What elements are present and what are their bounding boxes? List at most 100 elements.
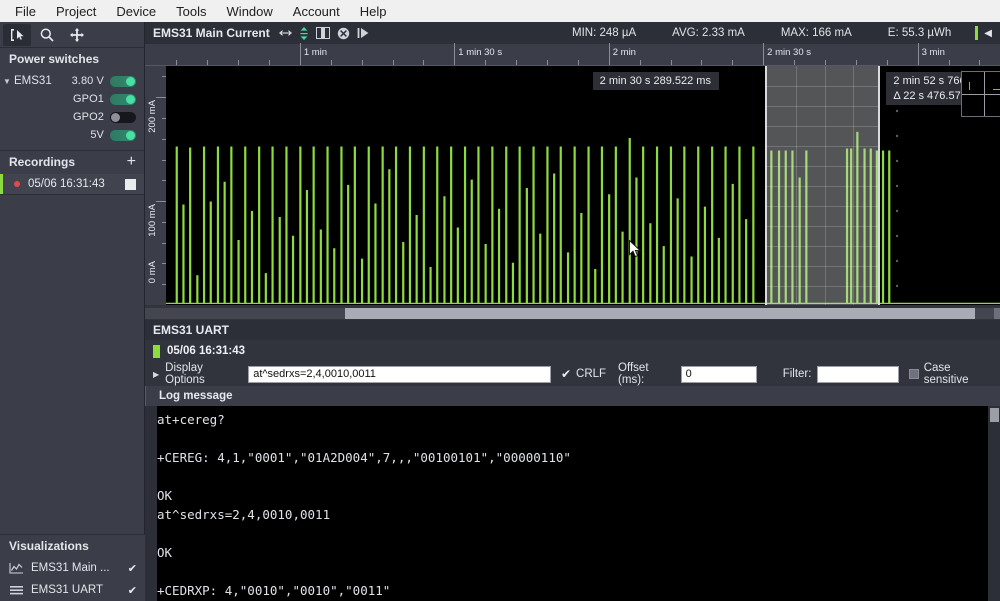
recordings-header: Recordings + xyxy=(0,151,144,173)
menu-item-file[interactable]: File xyxy=(6,2,45,21)
log-text: at+cereg? +CEREG: 4,1,"0001","01A2D004",… xyxy=(157,412,571,598)
menu-item-window[interactable]: Window xyxy=(218,2,282,21)
cursor-select-icon xyxy=(11,28,24,41)
log-scrollbar-thumb[interactable] xyxy=(990,408,999,422)
visualization-checkbox-main-current[interactable]: ✔ xyxy=(128,562,137,575)
time-tick-minor xyxy=(948,60,950,65)
power-toggle-voltage[interactable] xyxy=(110,75,136,87)
fit-horizontal-icon[interactable] xyxy=(278,28,292,38)
chevron-down-icon[interactable]: ▼ xyxy=(0,77,14,86)
uart-panel: EMS31 UART 05/06 16:31:43 ▶ Display Opti… xyxy=(145,320,1000,601)
crlf-check-icon[interactable]: ✔ xyxy=(561,367,571,381)
time-tick-minor xyxy=(701,60,703,65)
time-tick-minor xyxy=(516,60,518,65)
filter-label: Filter: xyxy=(782,368,812,380)
time-tick-label: 1 min 30 s xyxy=(458,47,503,58)
power-toggle-gpo2[interactable] xyxy=(110,111,136,123)
selection-gridline-vertical xyxy=(824,66,826,305)
select-tool-button[interactable] xyxy=(3,23,31,46)
chart-selection-region[interactable] xyxy=(764,66,881,305)
case-sensitive-checkbox[interactable] xyxy=(909,369,919,379)
collapse-panel-button[interactable]: ◀ xyxy=(984,28,996,39)
chart-icon-group xyxy=(278,26,369,40)
visualization-item-uart[interactable]: EMS31 UART ✔ xyxy=(0,579,145,601)
expand-display-options-icon[interactable]: ▶ xyxy=(153,370,159,379)
time-tick-label: 1 min xyxy=(303,47,328,58)
time-tick-minor xyxy=(361,60,363,65)
selection-gridline xyxy=(766,246,879,247)
time-tick-minor xyxy=(423,60,425,65)
power-switches-title: Power switches xyxy=(9,52,100,66)
time-tick-label: 2 min xyxy=(612,47,636,58)
y-tick xyxy=(156,201,166,203)
power-switches-panel: Power switches ▼ EMS31 3.80 V GPO1 GPO2 xyxy=(0,48,144,150)
log-column-divider-left xyxy=(145,386,146,406)
log-vertical-scrollbar[interactable] xyxy=(988,406,1000,601)
pan-tool-button[interactable] xyxy=(63,24,91,46)
menu-item-account[interactable]: Account xyxy=(284,2,349,21)
menu-item-project[interactable]: Project xyxy=(47,2,105,21)
uart-command-input[interactable]: at^sedrxs=2,4,0010,0011 xyxy=(248,365,551,383)
chart-scrollbar-thumb[interactable] xyxy=(345,308,975,319)
recording-label: 05/06 16:31:43 xyxy=(28,178,105,190)
zoom-tool-button[interactable] xyxy=(33,24,61,46)
recordings-title: Recordings xyxy=(9,155,76,169)
y-tick xyxy=(156,97,166,99)
display-options-label[interactable]: Display Options xyxy=(165,362,241,386)
uart-recording-timestamp: 05/06 16:31:43 xyxy=(167,345,246,357)
log-column-title[interactable]: Log message xyxy=(145,390,233,402)
offset-input[interactable]: 0 xyxy=(680,365,757,383)
chart-plot-area[interactable]: 2 min 30 s 289.522 ms 2 min 52 s 766.099… xyxy=(166,66,1000,305)
menu-bar: File Project Device Tools Window Account… xyxy=(0,0,1000,22)
time-tick-major xyxy=(608,43,610,65)
y-tick-label: 100 mA xyxy=(147,204,158,237)
menu-item-tools[interactable]: Tools xyxy=(167,2,215,21)
time-tick-minor xyxy=(639,60,641,65)
chart-stats: MIN: 248 µA AVG: 2.33 mA MAX: 166 mA E: … xyxy=(554,26,996,40)
power-row-gpo2: GPO2 xyxy=(0,108,144,126)
chart-scrollbar-end-marker[interactable] xyxy=(994,308,1000,319)
magnifier-icon xyxy=(40,27,54,42)
selection-gridline xyxy=(766,86,879,87)
visualization-item-main-current[interactable]: EMS31 Main ... ✔ xyxy=(0,557,145,579)
log-column-header-filler xyxy=(845,386,988,406)
log-column-header: Log message xyxy=(145,386,1000,406)
recording-list-item[interactable]: 05/06 16:31:43 xyxy=(0,174,144,194)
plot-marker-dot xyxy=(895,159,899,163)
add-recording-button[interactable]: + xyxy=(127,154,136,170)
split-columns-icon[interactable] xyxy=(315,27,330,39)
chart-title: EMS31 Main Current xyxy=(153,26,270,40)
selection-start-time: 2 min 30 s 289.522 ms xyxy=(599,75,711,87)
log-body[interactable]: at+cereg? +CEREG: 4,1,"0001","01A2D004",… xyxy=(145,406,1000,601)
power-toggle-5v[interactable] xyxy=(110,129,136,141)
time-tick-minor xyxy=(546,60,548,65)
step-forward-icon[interactable] xyxy=(357,27,369,39)
case-sensitive-row[interactable]: Case sensitive xyxy=(909,362,994,386)
mouse-cursor-icon xyxy=(629,240,641,258)
stat-min: MIN: 248 µA xyxy=(572,27,637,39)
visualizations-panel: Visualizations EMS31 Main ... ✔ EMS31 UA… xyxy=(0,534,145,601)
y-tick-label: 0 mA xyxy=(147,261,158,284)
power-row-5v: 5V xyxy=(0,126,144,144)
selection-start-tooltip: 2 min 30 s 289.522 ms xyxy=(592,72,719,90)
sidebar-divider-2 xyxy=(0,194,144,195)
recordings-body: 05/06 16:31:43 xyxy=(0,173,144,194)
time-tick-minor xyxy=(886,60,888,65)
selection-gridline xyxy=(766,166,879,167)
plot-marker-dot xyxy=(895,259,899,263)
selection-gridline xyxy=(766,206,879,207)
stop-recording-button[interactable] xyxy=(125,178,136,190)
power-row-device[interactable]: ▼ EMS31 3.80 V xyxy=(0,72,144,90)
visualization-checkbox-uart[interactable]: ✔ xyxy=(128,584,137,597)
time-tick-minor xyxy=(855,60,857,65)
filter-input[interactable] xyxy=(817,365,900,383)
menu-item-help[interactable]: Help xyxy=(351,2,396,21)
fit-vertical-icon[interactable] xyxy=(299,26,309,40)
crlf-checkbox-row[interactable]: ✔ CRLF xyxy=(561,367,606,381)
cancel-icon[interactable] xyxy=(337,27,350,40)
move-icon xyxy=(70,27,84,42)
power-toggle-gpo1[interactable] xyxy=(110,93,136,105)
menu-item-device[interactable]: Device xyxy=(107,2,165,21)
app-window: File Project Device Tools Window Account… xyxy=(0,0,1000,601)
list-lines-icon xyxy=(10,586,23,595)
